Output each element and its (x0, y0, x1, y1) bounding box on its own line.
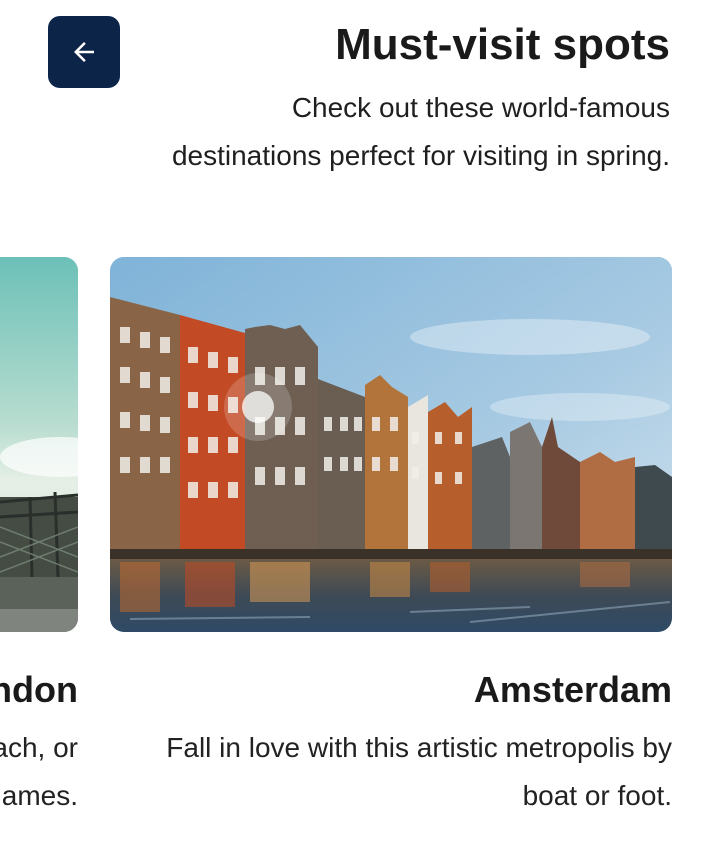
destination-title: Amsterdam (473, 669, 672, 710)
destination-card-london[interactable]: London Explore the city on foot, by bus … (0, 257, 78, 817)
destinations-carousel[interactable]: London Explore the city on foot, by bus … (0, 257, 720, 817)
page-title: Must-visit spots (335, 20, 670, 69)
destination-description: Explore the city on foot, by bus or coac… (0, 732, 78, 811)
destination-title: London (0, 669, 78, 710)
destination-image-london (0, 257, 78, 632)
destination-card-amsterdam[interactable]: Amsterdam Fall in love with this artisti… (110, 257, 672, 817)
destination-description: Fall in love with this artistic metropol… (166, 732, 672, 811)
page-subtitle: Check out these world-famous destination… (171, 92, 670, 171)
back-button[interactable] (48, 16, 120, 88)
page-header: Must-visit spots Check out these world-f… (170, 18, 670, 180)
arrow-left-icon (69, 37, 99, 67)
destination-image-amsterdam (110, 257, 672, 632)
